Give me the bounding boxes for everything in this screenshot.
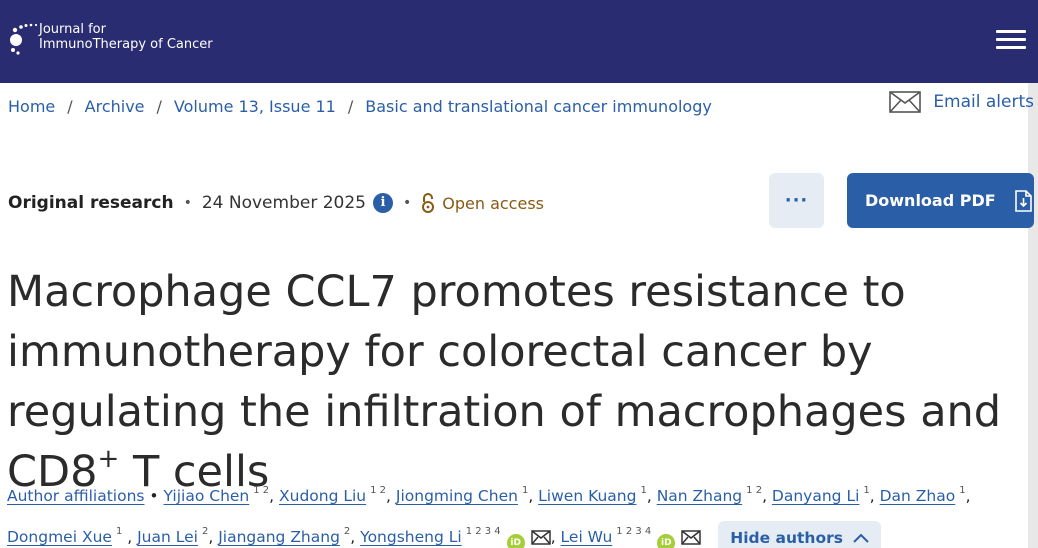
author-affiliation: 1 2 <box>746 485 763 496</box>
download-pdf-label: Download PDF <box>865 191 996 210</box>
email-alerts-link[interactable]: Email alerts <box>889 91 1034 113</box>
hamburger-menu-button[interactable] <box>996 27 1026 51</box>
orcid-icon[interactable]: iD <box>506 534 525 548</box>
author-affiliation: 2 <box>201 526 209 537</box>
author-list: Author affiliations • Yijiao Chen 1 2, Xu… <box>7 473 1027 548</box>
author-affiliations-link[interactable]: Author affiliations <box>7 487 144 505</box>
info-icon[interactable]: i <box>372 193 393 213</box>
breadcrumb-separator: / <box>347 97 354 116</box>
orcid-icon[interactable]: iD <box>657 534 676 548</box>
envelope-icon <box>889 91 922 113</box>
author-affiliation: 1 <box>640 485 647 496</box>
hamburger-icon-bar <box>996 38 1026 41</box>
author-link[interactable]: Lei Wu <box>561 528 613 546</box>
author-link[interactable]: Yijiao Chen <box>164 487 250 505</box>
open-access-label: Open access <box>442 193 544 213</box>
article-title: Macrophage CCL7 promotes resistance to i… <box>7 262 1017 502</box>
logo-dots-icon <box>7 22 39 56</box>
chevron-up-icon <box>853 533 869 543</box>
author-link[interactable]: Jiangang Zhang <box>218 528 340 546</box>
logo-text: Journal for ImmunoTherapy of Cancer <box>39 22 213 52</box>
hide-authors-label: Hide authors <box>730 528 843 547</box>
author-affiliation: 1 <box>115 526 123 537</box>
author-link[interactable]: Yongsheng Li <box>360 528 462 546</box>
download-pdf-button[interactable]: Download PDF <box>847 173 1034 228</box>
author-affiliation: 1 <box>863 485 870 496</box>
open-access-badge: Open access <box>421 193 544 213</box>
author-link[interactable]: Nan Zhang <box>657 487 742 505</box>
author-link[interactable]: Dan Zhao <box>880 487 956 505</box>
author-affiliation: 1 2 3 4 <box>616 526 652 537</box>
ellipsis-icon: ··· <box>784 190 809 211</box>
logo-line-1: Journal for <box>39 22 106 37</box>
meta-separator-dot: • <box>183 195 192 211</box>
breadcrumb-separator: / <box>67 97 73 116</box>
author-affiliation: 2 <box>343 526 351 537</box>
download-file-icon <box>1014 189 1032 212</box>
author-affiliation: 1 2 3 4 <box>465 526 501 537</box>
mail-icon[interactable] <box>530 530 551 545</box>
journal-logo[interactable]: Journal for ImmunoTherapy of Cancer <box>7 22 213 56</box>
breadcrumb: Home / Archive / Volume 13, Issue 11 / B… <box>8 97 712 116</box>
author-link[interactable]: Juan Lei <box>137 528 198 546</box>
author-link[interactable]: Danyang Li <box>772 487 859 505</box>
article-title-superscript: + <box>97 443 120 474</box>
author-link[interactable]: Liwen Kuang <box>538 487 636 505</box>
article-meta: Original research • 24 November 2025 i •… <box>8 193 544 213</box>
author-affiliation: 1 <box>959 485 966 496</box>
email-alerts-label: Email alerts <box>933 92 1034 112</box>
breadcrumb-separator: / <box>156 97 162 116</box>
breadcrumb-home[interactable]: Home <box>8 97 55 116</box>
hamburger-icon-bar <box>996 46 1026 49</box>
meta-separator-dot: • <box>402 195 412 211</box>
author-affiliation: 1 2 <box>370 485 387 496</box>
author-separator: • <box>149 487 164 505</box>
article-type: Original research <box>8 193 174 213</box>
logo-line-2: ImmunoTherapy of Cancer <box>39 37 213 52</box>
author-link[interactable]: Jiongming Chen <box>396 487 518 505</box>
more-options-button[interactable]: ··· <box>769 173 824 228</box>
hamburger-icon-bar <box>996 30 1026 33</box>
author-link[interactable]: Dongmei Xue <box>7 528 112 546</box>
breadcrumb-issue[interactable]: Volume 13, Issue 11 <box>174 97 336 116</box>
breadcrumb-archive[interactable]: Archive <box>85 97 145 116</box>
author-affiliation: 1 2 <box>253 485 270 496</box>
breadcrumb-section[interactable]: Basic and translational cancer immunolog… <box>365 97 712 116</box>
mail-icon[interactable] <box>681 530 702 545</box>
hide-authors-button[interactable]: Hide authors <box>718 520 881 548</box>
publication-date: 24 November 2025 <box>201 193 366 213</box>
page-scrollbar[interactable] <box>1028 83 1038 548</box>
open-lock-icon <box>422 193 435 213</box>
author-affiliation: 1 <box>521 485 529 496</box>
site-header: Journal for ImmunoTherapy of Cancer <box>0 0 1038 83</box>
author-link[interactable]: Xudong Liu <box>279 487 366 505</box>
